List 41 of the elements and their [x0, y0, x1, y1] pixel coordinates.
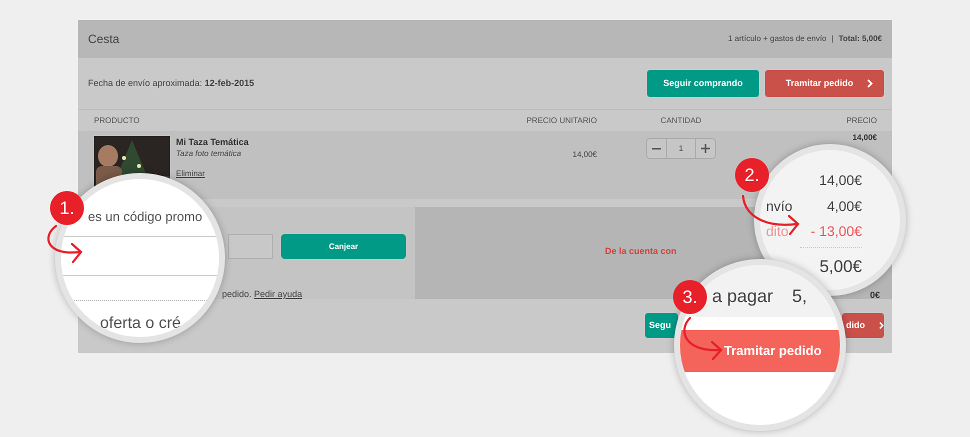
cart-total: Total: 5,00€	[838, 33, 882, 45]
summary-amount: - 13,00€	[810, 222, 862, 241]
promo-heading: es un código promo	[88, 208, 202, 226]
separator: |	[832, 33, 834, 45]
total-amount: 0€	[870, 289, 880, 302]
checkout-button[interactable]: Tramitar pedido	[765, 70, 884, 97]
checkout-button[interactable]: Tramitar pedido	[680, 330, 840, 372]
curved-arrow	[742, 195, 800, 236]
column-header: PRECIO UNITARIO	[525, 114, 597, 126]
amount-due-label: a pagar	[712, 285, 774, 308]
offer-text: oferta o cré	[100, 314, 181, 334]
step-badge: 1.	[50, 191, 84, 225]
product-description: Taza foto temática	[176, 148, 242, 159]
unit-price: 14,00€	[572, 150, 597, 159]
curved-arrow	[681, 317, 723, 361]
help-text: pedido. Pedir ayuda	[222, 289, 302, 299]
column-header: PRODUCTO	[94, 114, 141, 126]
column-header: PRECIO	[845, 114, 877, 126]
summary-label: nvío	[766, 197, 792, 216]
summary-label: dito	[766, 222, 789, 241]
line-price: 14,00€	[852, 133, 877, 142]
credit-note: De la cuenta con	[605, 245, 677, 258]
amount-due-value: 5,	[792, 285, 808, 308]
cart-title: Cesta	[88, 31, 120, 48]
continue-shopping-button[interactable]: Seguir comprando	[647, 70, 759, 97]
help-link[interactable]: Pedir ayuda	[254, 289, 302, 299]
redeem-button[interactable]: Canjear	[281, 234, 406, 259]
column-header: CANTIDAD	[660, 114, 702, 126]
shipping-date-text: Fecha de envío aproximada: 12-feb-2015	[88, 76, 254, 90]
promo-code-field[interactable]	[228, 234, 273, 259]
continue-shopping-button[interactable]: Segu	[645, 313, 678, 338]
summary-amount: 5,00€	[819, 256, 862, 278]
input-field[interactable]	[61, 236, 219, 276]
chevron-right-icon	[879, 321, 884, 330]
remove-link[interactable]: Eliminar	[176, 168, 205, 180]
checkout-button[interactable]: dido	[842, 313, 884, 338]
summary-amount: 14,00€	[819, 171, 862, 190]
cart-summary: 1 artículo + gastos de envío	[728, 33, 826, 45]
summary-amount: 4,00€	[826, 197, 862, 216]
product-name: Mi Taza Temática	[176, 136, 249, 148]
chevron-right-icon	[867, 79, 874, 88]
